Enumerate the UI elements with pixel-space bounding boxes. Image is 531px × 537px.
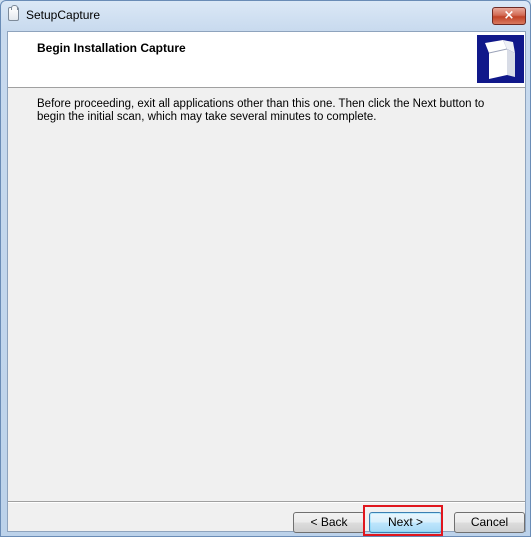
wizard-client-area: Begin Installation Capture Before procee… bbox=[7, 31, 526, 533]
close-icon: × bbox=[503, 8, 515, 23]
page-title: Begin Installation Capture bbox=[37, 41, 186, 55]
title-bar[interactable]: SetupCapture × bbox=[1, 1, 530, 29]
next-button[interactable]: Next > bbox=[369, 512, 442, 533]
back-button[interactable]: < Back bbox=[293, 512, 365, 533]
app-document-icon bbox=[8, 5, 19, 21]
setupcapture-window: SetupCapture × Begin Installation Captur… bbox=[0, 0, 531, 537]
box-installer-icon bbox=[477, 35, 524, 83]
cancel-button[interactable]: Cancel bbox=[454, 512, 525, 533]
footer-divider bbox=[8, 501, 525, 503]
wizard-header: Begin Installation Capture bbox=[8, 32, 525, 88]
close-button[interactable]: × bbox=[492, 7, 526, 25]
window-title: SetupCapture bbox=[26, 8, 101, 22]
instruction-text: Before proceeding, exit all applications… bbox=[37, 98, 485, 123]
